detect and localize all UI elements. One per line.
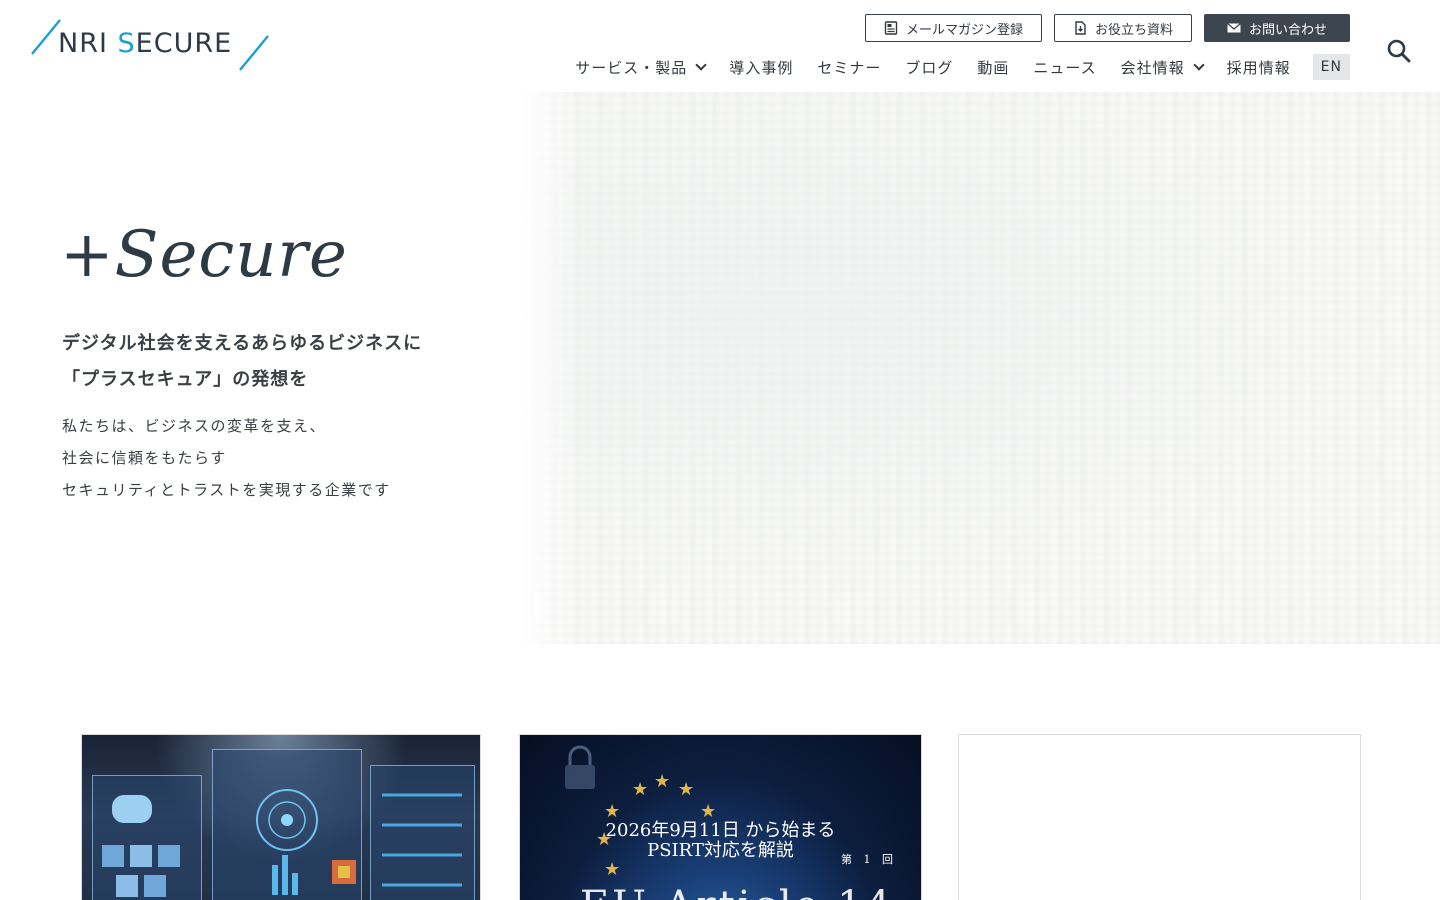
language-switch-en[interactable]: EN [1312, 54, 1350, 80]
body-line: 私たちは、ビジネスの変革を支え、 [62, 417, 327, 435]
main-nav: サービス・製品 導入事例 セミナー ブログ 動画 ニュース 会社情報 採用情報 … [575, 54, 1350, 80]
nav-label: 動画 [977, 58, 1010, 77]
hero-body-copy: 私たちは、ビジネスの変革を支え、 社会に信頼をもたらす セキュリティとトラストを… [62, 410, 391, 506]
feature-card-eu-cra-psirt[interactable]: ★ ★ ★ ★ ★ ★ ★ 2026年9月11日 から始まる PSIRT対応を解… [519, 734, 922, 900]
star-icon: ★ [604, 859, 621, 880]
feature-card-empty[interactable] [958, 734, 1361, 900]
body-line: セキュリティとトラストを実現する企業です [62, 481, 391, 499]
hero-headline: デジタル社会を支えるあらゆるビジネスに 「プラスセキュア」の発想を [62, 326, 422, 398]
nav-label: ニュース [1033, 58, 1097, 77]
utility-buttons: メールマガジン登録 お役立ち資料 お問い合わせ [864, 14, 1350, 42]
feature-card-devsecops[interactable] [81, 734, 481, 900]
contact-label: お問い合わせ [1248, 22, 1327, 38]
mail-icon [1227, 21, 1241, 35]
nav-label: サービス・製品 [575, 58, 688, 77]
contact-button[interactable]: お問い合わせ [1203, 14, 1350, 42]
nav-label: セミナー [817, 58, 882, 77]
nav-label: 導入事例 [729, 58, 794, 77]
hero-tagline: +Secure [60, 218, 360, 298]
star-icon: ★ [604, 801, 621, 822]
nav-item-news[interactable]: ニュース [1033, 54, 1096, 80]
star-icon: ★ [700, 801, 717, 822]
nav-item-services[interactable]: サービス・製品 [575, 54, 707, 80]
headline-line: 「プラスセキュア」の発想を [62, 369, 309, 390]
search-button[interactable] [1386, 38, 1412, 64]
nav-item-videos[interactable]: 動画 [977, 54, 1009, 80]
lock-icon [565, 745, 595, 789]
hero-background-image [520, 92, 1440, 644]
newsletter-signup-button[interactable]: メールマガジン登録 [864, 14, 1042, 42]
card-overlay-text: EU Article 14 [580, 883, 894, 900]
card-title-line: 2026年9月11日 から始まる [605, 820, 836, 841]
body-line: 社会に信頼をもたらす [62, 449, 227, 467]
document-download-icon [1073, 21, 1087, 35]
chevron-down-icon [1192, 59, 1205, 71]
star-icon: ★ [632, 779, 649, 800]
nri-secure-logo[interactable]: NRI SECURE [30, 18, 270, 72]
resources-button[interactable]: お役立ち資料 [1053, 14, 1192, 42]
star-icon: ★ [678, 779, 695, 800]
nav-label: 採用情報 [1226, 58, 1291, 77]
newsletter-signup-label: メールマガジン登録 [905, 22, 1023, 38]
dashboard-graphics [102, 789, 462, 897]
star-icon: ★ [654, 771, 671, 792]
headline-line: デジタル社会を支えるあらゆるビジネスに [62, 333, 423, 354]
tagline-text: +Secure [60, 218, 348, 292]
nav-label: 会社情報 [1120, 58, 1185, 77]
nav-item-blog[interactable]: ブログ [905, 54, 953, 80]
nav-item-careers[interactable]: 採用情報 [1227, 54, 1291, 80]
chevron-down-icon [695, 59, 707, 71]
nav-item-company[interactable]: 会社情報 [1120, 54, 1205, 80]
nav-item-seminars[interactable]: セミナー [817, 54, 881, 80]
nav-item-case-studies[interactable]: 導入事例 [729, 54, 793, 80]
newsletter-icon [884, 21, 898, 35]
card-series-badge: 第 1 回 [841, 853, 897, 866]
nav-label: ブログ [905, 58, 954, 77]
logo-wordmark: NRI SECURE [58, 28, 233, 59]
search-icon [1387, 39, 1411, 63]
resources-label: お役立ち資料 [1094, 22, 1173, 38]
